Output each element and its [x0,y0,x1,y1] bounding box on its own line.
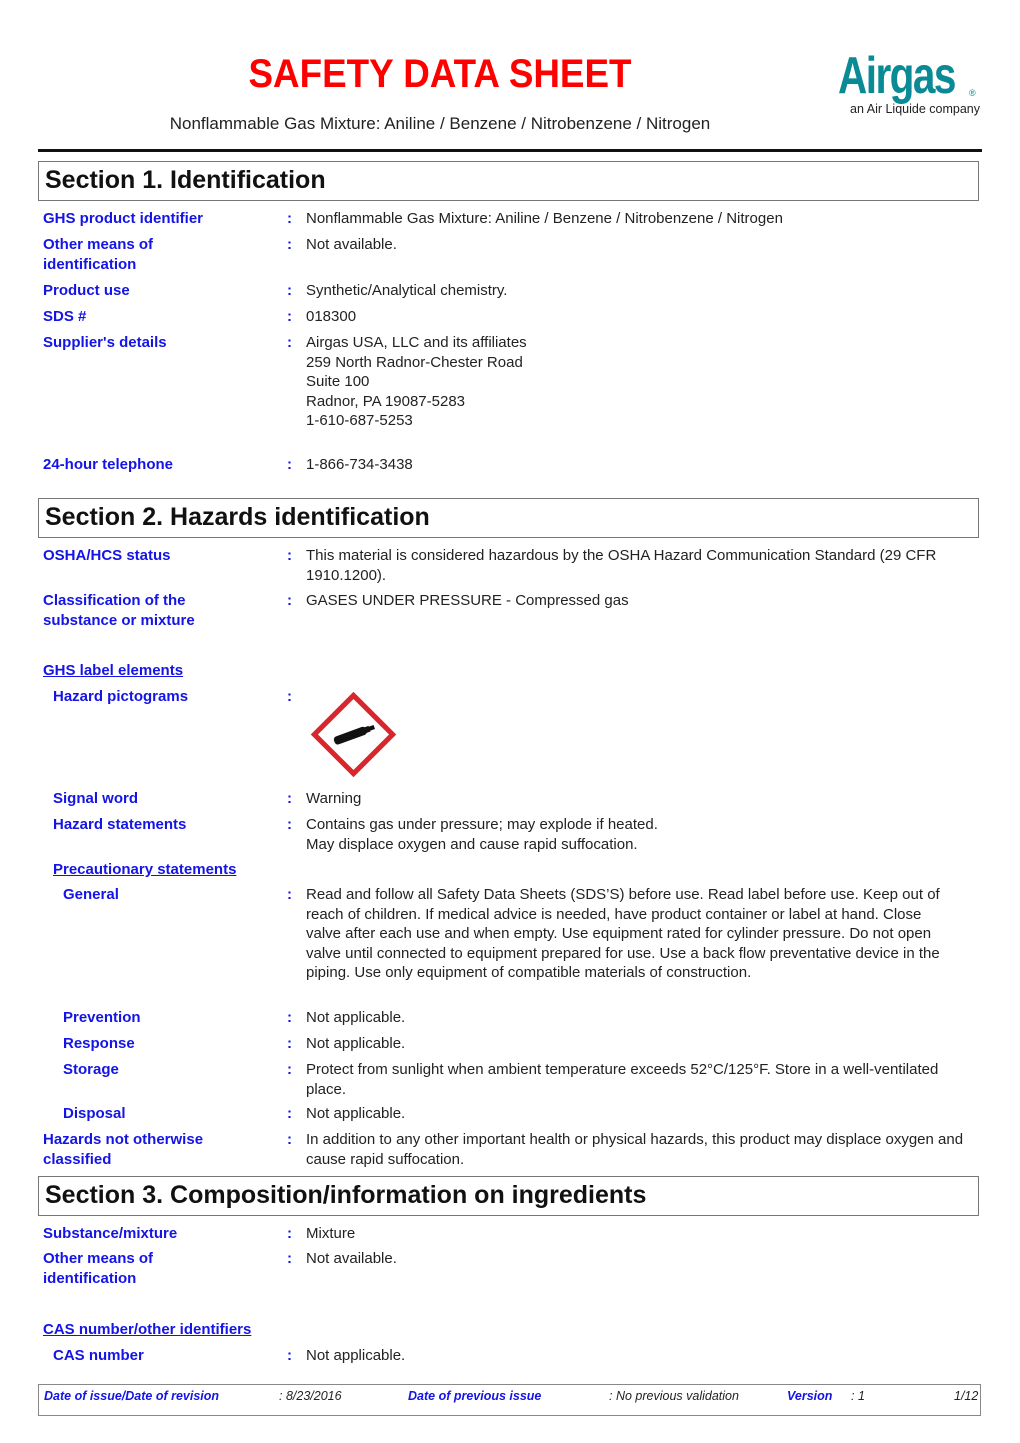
section-2-header: Section 2. Hazards identification [38,498,979,538]
signal-word-value: Warning [306,790,362,807]
issue-date-label: Date of issue/Date of revision [44,1389,220,1403]
field-value: Not applicable. [306,1347,406,1364]
colon: : [287,547,292,564]
field-label: Disposal [63,1105,126,1122]
field-label: 24-hour telephone [43,456,174,473]
field-label: SDS # [43,308,87,325]
field-value: GASES UNDER PRESSURE - Compressed gas [306,592,629,609]
colon: : [287,1225,292,1242]
issue-date-value: : 8/23/2016 [279,1389,342,1403]
field-value: Not applicable. [306,1105,406,1122]
field-label: General [63,886,119,903]
colon: : [287,688,292,705]
field-label: Substance/mixture [43,1225,178,1242]
colon: : [287,334,292,351]
field-label: Response [63,1035,135,1052]
product-subtitle: Nonflammable Gas Mixture: Aniline / Benz… [169,114,711,133]
document-title: SAFETY DATA SHEET [248,52,632,96]
field-value: 018300 [306,308,357,325]
field-label: Other means of identification [43,236,154,273]
field-value: Nonflammable Gas Mixture: Aniline / Benz… [306,210,783,227]
colon: : [287,886,292,903]
address-line: Airgas USA, LLC and its affiliates [306,334,527,351]
field-label: Hazard statements [53,816,187,833]
colon: : [287,308,292,325]
field-label: Other means of identification [43,1250,154,1287]
address-line: Suite 100 [306,373,370,391]
field-value: 1-866-734-3438 [306,456,413,473]
version-label: Version [787,1389,833,1403]
field-value: Read and follow all Safety Data Sheets (… [306,886,940,982]
colon: : [287,592,292,609]
supplier-address: Airgas USA, LLC and its affiliates 259 N… [306,333,966,431]
field-value: In addition to any other important healt… [306,1131,964,1168]
address-phone: 1-610-687-5253 [306,412,413,430]
logo-wordmark: Airgas [838,47,956,105]
hazard-statements-list: Contains gas under pressure; may explode… [306,815,966,854]
field-value: This material is considered hazardous by… [306,547,937,584]
field-value: Not available. [306,1250,397,1267]
ghs-label-elements-heading: GHS label elements [43,662,184,679]
colon: : [287,1250,292,1267]
precautionary-statements-heading: Precautionary statements [53,861,237,878]
cas-identifiers-heading: CAS number/other identifiers [43,1321,252,1338]
colon: : [287,210,292,227]
previous-issue-value: : No previous validation [609,1389,739,1403]
field-label: CAS number [53,1347,144,1364]
field-value: Not available. [306,236,397,253]
version-value: : 1 [851,1389,865,1403]
colon: : [287,790,292,807]
field-label: Product use [43,282,130,299]
header-divider [38,149,982,152]
field-label: Supplier's details [43,334,167,351]
previous-issue-label: Date of previous issue [408,1389,542,1403]
address-line: 259 North Radnor-Chester Road [306,353,523,371]
field-value: Synthetic/Analytical chemistry. [306,282,508,299]
colon: : [287,1061,292,1078]
airgas-logo: Airgas ® an Air Liquide company [834,47,980,116]
colon: : [287,1131,292,1148]
section-3-header: Section 3. Composition/information on in… [38,1176,979,1216]
field-value: Not applicable. [306,1009,406,1026]
colon: : [287,1009,292,1026]
section-3-title: Section 3. Composition/information on in… [45,1181,647,1209]
colon: : [287,1347,292,1364]
field-label: Signal word [53,790,139,807]
field-label: Storage [63,1061,119,1078]
colon: : [287,456,292,473]
page-number: 1/12 [954,1389,979,1403]
section-1-header: Section 1. Identification [38,161,979,201]
hazard-statement: May displace oxygen and cause rapid suff… [306,835,638,853]
field-value: Mixture [306,1225,356,1242]
field-value: Protect from sunlight when ambient tempe… [306,1061,939,1098]
colon: : [287,282,292,299]
address-line: Radnor, PA 19087-5283 [306,392,466,410]
registered-mark: ® [969,88,976,98]
field-label: Hazards not otherwise classified [43,1131,204,1168]
field-label: GHS product identifier [43,210,204,227]
section-2-title: Section 2. Hazards identification [45,503,430,531]
field-label: Hazard pictograms [53,688,189,705]
colon: : [287,1035,292,1052]
page-footer: Date of issue/Date of revision : 8/23/20… [38,1384,981,1416]
field-label: Classification of the substance or mixtu… [43,592,195,629]
colon: : [287,236,292,253]
field-label: Prevention [63,1009,141,1026]
section-1-title: Section 1. Identification [45,166,326,194]
field-value: Not applicable. [306,1035,406,1052]
gas-cylinder-icon [311,692,396,777]
colon: : [287,1105,292,1122]
field-label: OSHA/HCS status [43,547,171,564]
colon: : [287,816,292,833]
hazard-statement: Contains gas under pressure; may explode… [306,816,658,833]
